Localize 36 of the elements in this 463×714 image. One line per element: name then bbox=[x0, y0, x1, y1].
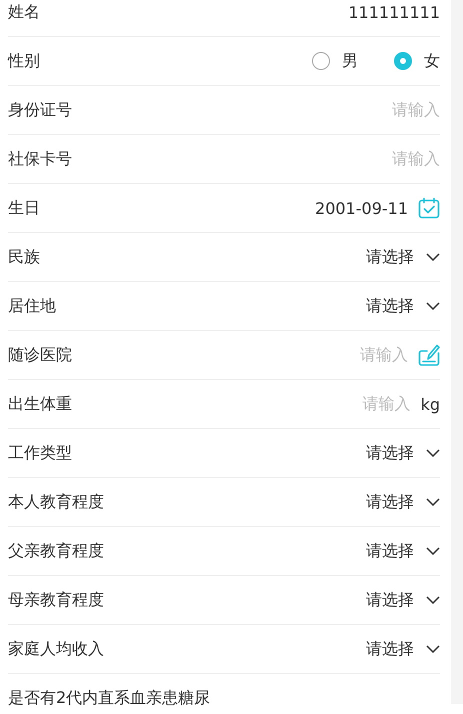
calendar-icon[interactable] bbox=[418, 197, 440, 219]
date-value: 2001-09-11 bbox=[315, 198, 408, 218]
caret-icon bbox=[426, 253, 440, 261]
field-value: 111111111 bbox=[348, 2, 440, 22]
field-label: 民族 bbox=[8, 246, 40, 268]
unit-label: kg bbox=[420, 394, 440, 414]
radio-option[interactable]: 男 bbox=[312, 50, 358, 72]
radio-option[interactable]: 女 bbox=[394, 50, 440, 72]
select-field[interactable]: 请选择 bbox=[366, 442, 440, 464]
caret-icon bbox=[426, 596, 440, 604]
field-label: 父亲教育程度 bbox=[8, 540, 104, 562]
select-field[interactable]: 请选择 bbox=[366, 296, 440, 316]
pen-pad-icon[interactable] bbox=[418, 343, 440, 367]
caret-icon bbox=[426, 547, 440, 555]
field-label: 本人教育程度 bbox=[8, 492, 104, 512]
field-label: 母亲教育程度 bbox=[8, 590, 104, 610]
caret-icon bbox=[426, 645, 440, 653]
field-label: 工作类型 bbox=[8, 442, 72, 464]
select-field[interactable]: 请选择 bbox=[366, 246, 440, 268]
field-label: 姓名 bbox=[8, 2, 40, 22]
field-label: 居住地 bbox=[8, 296, 56, 316]
field-label: 生日 bbox=[8, 198, 40, 218]
field-label: 出生体重 bbox=[8, 394, 72, 414]
field-label: 社保卡号 bbox=[8, 148, 72, 170]
select-field[interactable]: 请选择 bbox=[366, 590, 440, 610]
field-label: 是否有2代内直系血亲患糖尿 bbox=[8, 688, 210, 708]
caret-icon bbox=[426, 302, 440, 310]
caret-icon bbox=[426, 449, 440, 457]
select-field[interactable]: 请选择 bbox=[366, 638, 440, 660]
field-label: 身份证号 bbox=[8, 100, 72, 120]
field-label: 性别 bbox=[8, 50, 40, 72]
select-field[interactable]: 请选择 bbox=[366, 540, 440, 562]
caret-icon bbox=[426, 498, 440, 506]
select-field[interactable]: 请选择 bbox=[366, 492, 440, 512]
field-label: 随诊医院 bbox=[8, 344, 72, 366]
field-label: 家庭人均收入 bbox=[8, 638, 104, 660]
